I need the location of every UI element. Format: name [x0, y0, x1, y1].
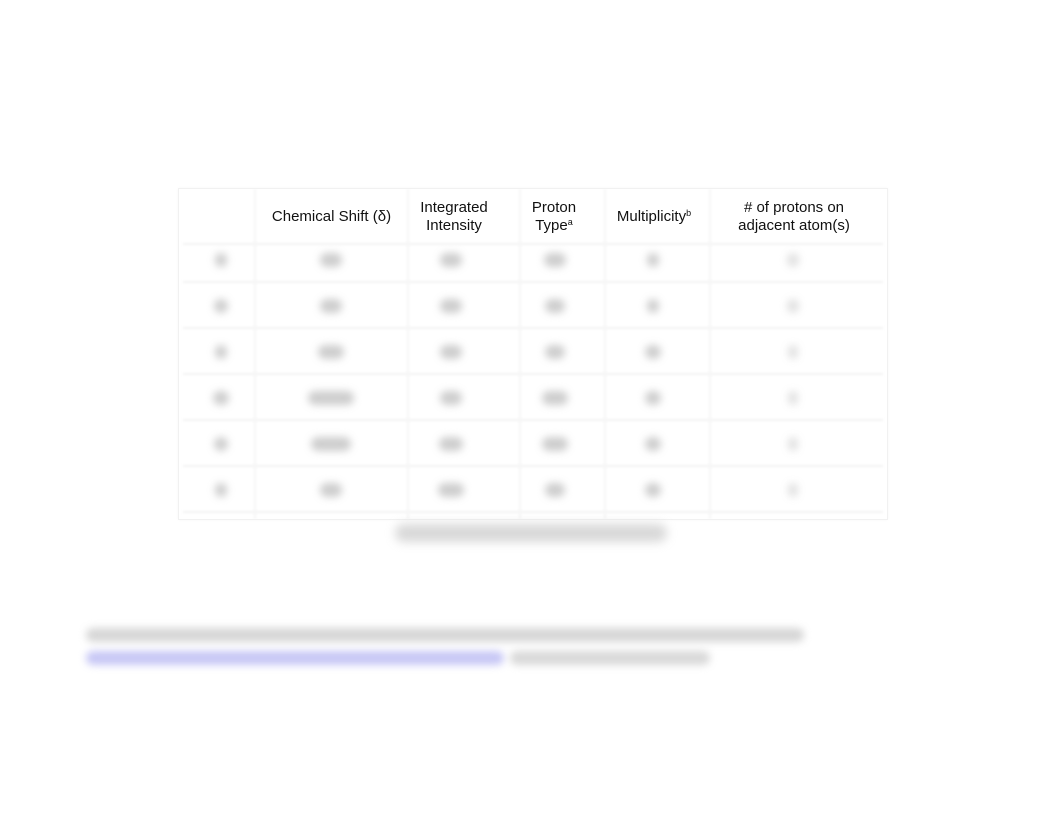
table-cell-blurred [214, 299, 228, 313]
table-cell-blurred [645, 437, 661, 451]
row-divider [183, 327, 883, 329]
header-integrated-intensity-label: Integrated Intensity [420, 198, 488, 234]
header-proton-type-label: Proton Typea [527, 199, 582, 235]
table-cell-blurred [320, 299, 342, 313]
table-cell-blurred [647, 253, 659, 267]
table-cell-blurred [440, 391, 462, 405]
footnote-marker-b: b [686, 207, 692, 218]
table-cell-blurred [439, 437, 463, 451]
row-divider [183, 419, 883, 421]
table-cell-blurred [215, 483, 227, 497]
table-cell-blurred [788, 437, 798, 451]
header-proton-type: Proton Typea [519, 189, 589, 244]
table-cell-blurred [542, 437, 568, 451]
table-cell-blurred [318, 345, 344, 359]
table-cell-blurred [320, 253, 342, 267]
header-chemical-shift: Chemical Shift (δ) [259, 189, 404, 244]
row-divider [183, 281, 883, 283]
table-cell-blurred [645, 345, 661, 359]
row-divider [183, 373, 883, 375]
table-cell-blurred [213, 391, 229, 405]
header-multiplicity: Multiplicityb [599, 189, 709, 244]
footnote-link[interactable] [86, 651, 504, 665]
footnote-marker-a: a [567, 216, 573, 227]
table-cell-blurred [787, 299, 799, 313]
table-cell-blurred [645, 391, 661, 405]
column-divider [407, 189, 409, 519]
header-integrated-intensity: Integrated Intensity [409, 189, 499, 244]
table-cell-blurred [545, 345, 565, 359]
footnote-line [86, 628, 804, 642]
table-cell-blurred [788, 483, 798, 497]
table-cell-blurred [545, 299, 565, 313]
table-cell-blurred [440, 253, 462, 267]
table-cell-blurred [788, 345, 798, 359]
table-cell-blurred [647, 299, 659, 313]
table-cell-blurred [214, 437, 228, 451]
column-divider [604, 189, 606, 519]
column-divider [709, 189, 711, 519]
header-adjacent-protons-label: # of protons on adjacent atom(s) [738, 198, 850, 234]
column-divider [254, 189, 256, 519]
row-divider [183, 243, 883, 245]
table-cell-blurred [542, 391, 568, 405]
table-cell-blurred [440, 299, 462, 313]
header-chemical-shift-label: Chemical Shift (δ) [271, 207, 392, 225]
column-divider [519, 189, 521, 519]
table-cell-blurred [440, 345, 462, 359]
table-cell-blurred [787, 253, 799, 267]
table-cell-blurred [788, 391, 798, 405]
header-adjacent-protons: # of protons on adjacent atom(s) [714, 189, 874, 244]
table-cell-blurred [311, 437, 351, 451]
table-cell-blurred [544, 253, 566, 267]
table-cell-blurred [645, 483, 661, 497]
table-cell-blurred [308, 391, 354, 405]
header-multiplicity-label: Multiplicityb [617, 208, 691, 226]
table-cell-blurred [320, 483, 342, 497]
row-divider [183, 511, 883, 513]
table-cell-blurred [545, 483, 565, 497]
table-cell-blurred [215, 345, 227, 359]
table-caption [395, 524, 667, 542]
table-cell-blurred [438, 483, 464, 497]
header-row-label [179, 189, 249, 244]
nmr-data-table: Chemical Shift (δ) Integrated Intensity … [178, 188, 888, 520]
footnote-accessed-text [510, 651, 710, 665]
table-cell-blurred [215, 253, 227, 267]
row-divider [183, 465, 883, 467]
header-multiplicity-text: Multiplicity [616, 207, 687, 225]
